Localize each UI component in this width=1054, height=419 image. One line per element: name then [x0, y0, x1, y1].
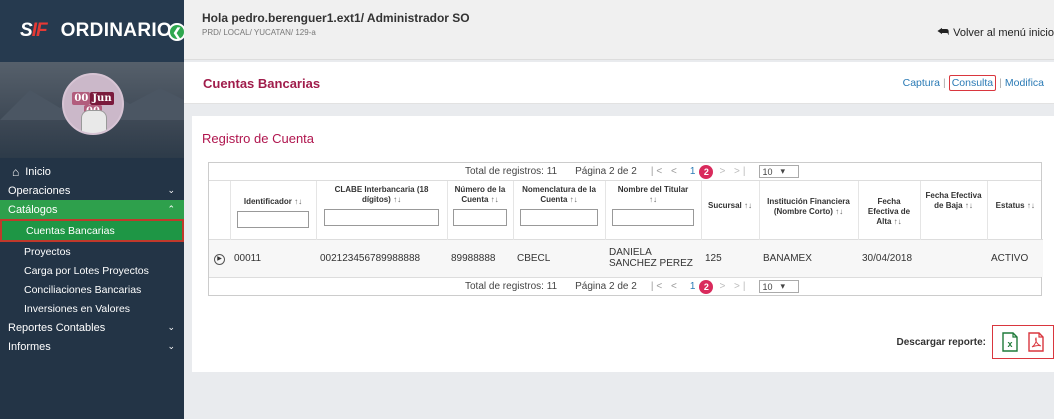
sidebar-item-cuentas-bancarias[interactable]: Cuentas Bancarias [0, 219, 184, 242]
expand-column-header [209, 181, 230, 239]
app-name: ORDINARIO [60, 20, 172, 41]
sort-icon[interactable]: ↑↓ [835, 207, 843, 216]
sidebar-item-reportes-contables[interactable]: Reportes Contables ⌄ [0, 318, 184, 337]
cell-fecha-alta: 30/04/2018 [858, 238, 920, 277]
col-fecha-baja: Fecha Efectiva de Baja ↑↓ [919, 181, 987, 239]
modifica-link[interactable]: Modifica [1005, 77, 1044, 89]
chevron-down-icon: ⌄ [167, 185, 175, 195]
sort-icon[interactable]: ↑↓ [649, 195, 657, 204]
sort-icon[interactable]: ↑↓ [965, 201, 973, 210]
col-titular: Nombre del Titular ↑↓ [604, 181, 701, 239]
download-label: Descargar reporte: [896, 336, 986, 348]
total-records: Total de registros: 11 [465, 281, 558, 292]
sidebar-item-catalogos[interactable]: Catálogos ⌃ [0, 200, 184, 219]
cell-fecha-baja [920, 238, 987, 277]
next-last-page-button[interactable]: > >| [719, 281, 748, 292]
sidebar-item-informes[interactable]: Informes ⌄ [0, 337, 184, 356]
filter-identificador-input[interactable] [236, 211, 310, 228]
content-card: Registro de Cuenta Total de registros: 1… [192, 116, 1054, 372]
sif-logo: SIF [20, 20, 48, 41]
download-buttons: x [992, 325, 1054, 359]
sort-icon[interactable]: ↑↓ [570, 195, 578, 204]
filter-titular-input[interactable] [612, 209, 694, 226]
location-path: PRD/ LOCAL/ YUCATAN/ 129-a [202, 28, 316, 37]
page-2-button[interactable]: 2 [699, 279, 714, 294]
col-clabe: CLABE Interbancaria (18 dígitos) ↑↓ [315, 181, 447, 239]
profile-banner: 00Jun00 [0, 62, 184, 158]
chevron-down-icon: ⌄ [167, 322, 175, 332]
cell-clabe: 002123456789988888 [316, 238, 447, 277]
total-records: Total de registros: 11 [465, 166, 558, 177]
sort-icon[interactable]: ↑↓ [393, 195, 401, 204]
captura-link[interactable]: Captura [903, 77, 940, 89]
sidebar-item-proyectos[interactable]: Proyectos [0, 242, 184, 261]
sidebar: SIF ORDINARIO ❮ 00Jun00 ⌂Inicio Operacio… [0, 0, 186, 419]
page-1-button[interactable]: 1 [690, 281, 696, 292]
section-title: Registro de Cuenta [202, 131, 315, 146]
cell-numero: 89988888 [447, 238, 513, 277]
pdf-icon[interactable] [1027, 332, 1045, 352]
greeting: Hola pedro.berenguer1.ext1/ Administrado… [202, 11, 470, 25]
sort-icon[interactable]: ↑↓ [1027, 201, 1035, 210]
pager-top: Total de registros: 11 Página 2 de 2 |< … [209, 163, 1041, 181]
sidebar-item-inicio[interactable]: ⌂ Inicio [0, 162, 184, 181]
consulta-link[interactable]: Consulta [948, 75, 997, 91]
cell-sucursal: 125 [701, 238, 759, 277]
col-nomenclatura: Nomenclatura de la Cuenta ↑↓ [512, 181, 605, 239]
caret-down-icon: ▾ [780, 166, 786, 176]
caret-down-icon: ▾ [780, 281, 786, 291]
excel-icon[interactable]: x [1001, 332, 1019, 352]
chevron-up-icon: ⌃ [167, 204, 175, 214]
svg-text:x: x [1007, 339, 1012, 349]
sidebar-item-operaciones[interactable]: Operaciones ⌄ [0, 181, 184, 200]
col-sucursal: Sucursal ↑↓ [700, 181, 759, 239]
sidebar-menu: ⌂ Inicio Operaciones ⌄ Catálogos ⌃ Cuentas … [0, 162, 184, 356]
first-prev-page-button[interactable]: |< < [651, 166, 680, 177]
sort-icon[interactable]: ↑↓ [744, 201, 752, 210]
page-indicator: Página 2 de 2 [575, 166, 637, 177]
page-actions: Captura | Consulta | Modifica [902, 75, 1044, 91]
sidebar-item-carga-lotes[interactable]: Carga por Lotes Proyectos [0, 261, 184, 280]
accounts-table: Total de registros: 11 Página 2 de 2 |< … [208, 162, 1043, 296]
home-icon: ⌂ [12, 164, 20, 179]
sort-icon[interactable]: ↑↓ [894, 217, 902, 226]
col-numero: Número de la Cuenta ↑↓ [446, 181, 513, 239]
avatar: 00Jun00 [62, 73, 124, 135]
col-estatus: Estatus ↑↓ [986, 181, 1043, 239]
page-1-button[interactable]: 1 [690, 166, 696, 177]
filter-numero-input[interactable] [452, 209, 508, 226]
page-title-bar: Cuentas Bancarias Captura | Consulta | M… [184, 62, 1054, 104]
first-prev-page-button[interactable]: |< < [651, 281, 680, 292]
back-to-menu-link[interactable]: ⮪ Volver al menú inicio [937, 24, 1054, 40]
next-last-page-button[interactable]: > >| [719, 166, 748, 177]
cell-institucion: BANAMEX [759, 238, 858, 277]
col-identificador: Identificador ↑↓ [229, 181, 316, 239]
cell-estatus: ACTIVO [987, 238, 1043, 277]
page-size-select[interactable]: 10 ▾ [758, 280, 799, 293]
sidebar-item-inversiones[interactable]: Inversiones en Valores [0, 299, 184, 318]
logo-bar: SIF ORDINARIO ❮ [0, 0, 186, 62]
cell-titular: DANIELA SANCHEZ PEREZ [605, 238, 701, 277]
back-arrow-icon: ⮪ [937, 24, 950, 39]
page-indicator: Página 2 de 2 [575, 281, 637, 292]
sort-icon[interactable]: ↑↓ [491, 195, 499, 204]
filter-clabe-input[interactable] [324, 209, 439, 226]
chevron-down-icon: ⌄ [167, 341, 175, 351]
cell-nomenclatura: CBECL [513, 238, 605, 277]
page-title: Cuentas Bancarias [203, 76, 321, 91]
col-institucion: Institución Financiera (Nombre Corto) ↑↓ [758, 181, 858, 239]
filter-nomenclatura-input[interactable] [519, 209, 599, 226]
table-row[interactable]: ▶ 00011 002123456789988888 89988888 CBEC… [209, 238, 1043, 277]
page-size-select[interactable]: 10 ▾ [758, 165, 799, 178]
cell-identificador: 00011 [230, 238, 316, 277]
sidebar-item-conciliaciones[interactable]: Conciliaciones Bancarias [0, 280, 184, 299]
pager-bottom: Total de registros: 11 Página 2 de 2 |< … [209, 277, 1041, 295]
top-bar: Hola pedro.berenguer1.ext1/ Administrado… [184, 0, 1054, 60]
sort-icon[interactable]: ↑↓ [294, 197, 302, 206]
col-fecha-alta: Fecha Efectiva de Alta ↑↓ [857, 181, 920, 239]
download-report: Descargar reporte: x [897, 325, 1054, 359]
page-2-button[interactable]: 2 [699, 164, 714, 179]
expand-row-icon[interactable]: ▶ [209, 238, 230, 277]
